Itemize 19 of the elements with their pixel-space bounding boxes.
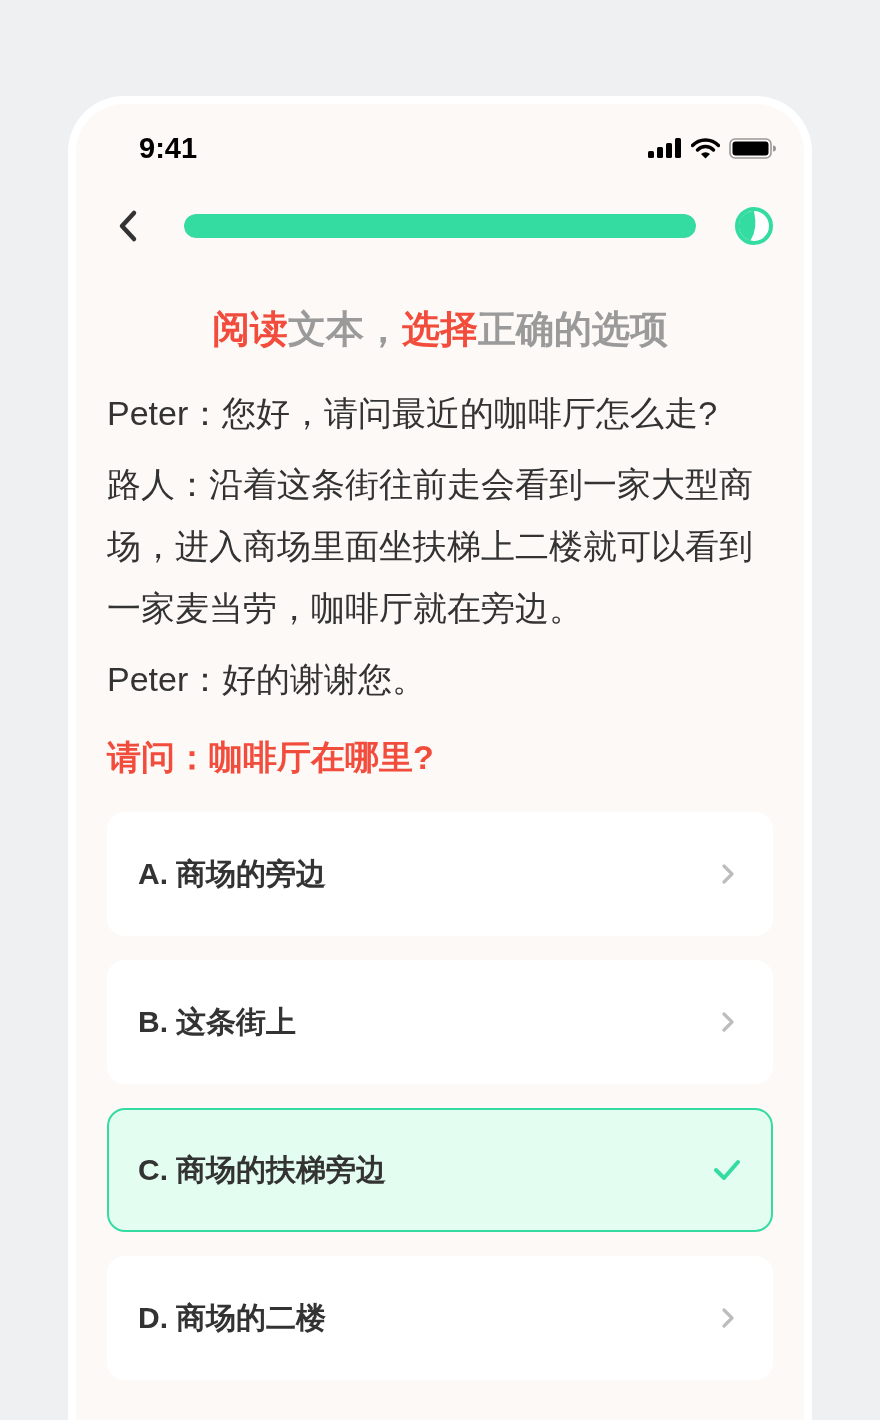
- battery-icon: [729, 137, 776, 159]
- instruction-title: 阅读文本，选择正确的选项: [211, 307, 669, 352]
- dialogue-paragraph: Peter：您好，请问最近的咖啡厅怎么走?: [107, 393, 719, 434]
- chevron-right-icon: [721, 1011, 735, 1033]
- chevron-right-icon: [721, 863, 735, 885]
- answer-option[interactable]: C. 商场的扶梯旁边: [107, 1108, 773, 1232]
- back-chevron-icon: [117, 209, 139, 243]
- dialogue-paragraph: Peter：好的谢谢您。: [107, 659, 428, 700]
- answer-option[interactable]: B. 这条街上: [107, 960, 773, 1084]
- wifi-icon: [691, 137, 720, 159]
- status-time: 9:41: [139, 133, 198, 163]
- timer-icon: [735, 207, 773, 245]
- answer-option[interactable]: D. 商场的二楼: [107, 1256, 773, 1380]
- question-text: 请问：咖啡厅在哪里?: [107, 737, 435, 778]
- check-icon: [713, 1159, 741, 1181]
- signal-icon: [648, 138, 682, 158]
- answer-option[interactable]: A. 商场的旁边: [107, 812, 773, 936]
- chevron-right-icon: [721, 1307, 735, 1329]
- dialogue-paragraph: 路人：沿着这条街往前走会看到一家大型商场，进入商场里面坐扶梯上二楼就可以看到一家麦当劳，咖啡厅就在旁边。: [107, 464, 754, 629]
